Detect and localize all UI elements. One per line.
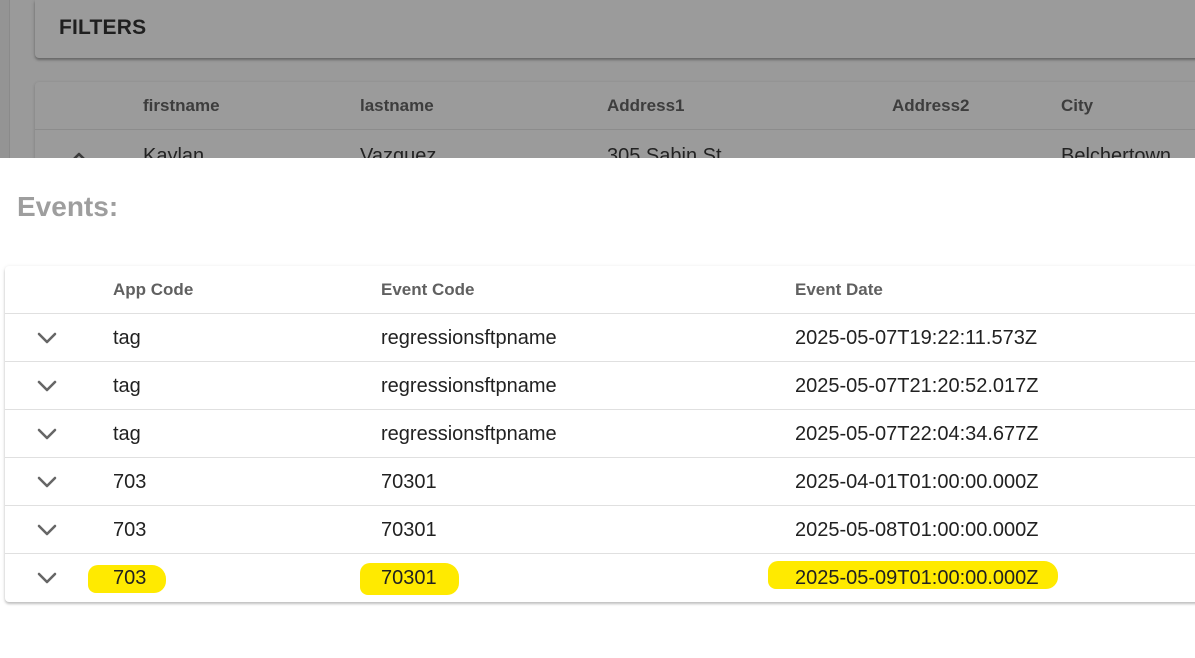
column-header-address1[interactable]: Address1 — [607, 96, 684, 116]
cell-event-code: regressionsftpname — [381, 327, 557, 349]
table-row[interactable]: 703 70301 2025-04-01T01:00:00.000Z — [5, 458, 1195, 506]
chevron-down-icon[interactable] — [37, 379, 57, 393]
cell-event-date: 2025-04-01T01:00:00.000Z — [795, 471, 1039, 493]
cell-app-code: tag — [113, 423, 141, 445]
chevron-down-icon[interactable] — [37, 475, 57, 489]
column-header-city[interactable]: City — [1061, 96, 1093, 116]
side-panel-edge — [0, 0, 10, 158]
cell-event-code: regressionsftpname — [381, 375, 557, 397]
column-header-address2[interactable]: Address2 — [892, 96, 969, 116]
cell-app-code: 703 — [113, 519, 147, 541]
cell-app-code: tag — [113, 327, 141, 349]
chevron-down-icon[interactable] — [37, 331, 57, 345]
cell-lastname: Vazquez — [360, 145, 437, 158]
cell-city: Belchertown — [1061, 145, 1172, 158]
cell-event-date: 2025-05-07T19:22:11.573Z — [795, 327, 1038, 349]
column-header-event-code[interactable]: Event Code — [381, 280, 475, 300]
cell-event-date: 2025-05-07T21:20:52.017Z — [795, 375, 1039, 397]
cell-app-code: tag — [113, 375, 141, 397]
table-row[interactable]: tag regressionsftpname 2025-05-07T21:20:52… — [5, 362, 1195, 410]
cell-firstname: Kaylan — [143, 145, 205, 158]
chevron-down-icon[interactable] — [37, 571, 57, 585]
chevron-down-icon[interactable] — [37, 427, 57, 441]
table-row[interactable]: 703 70301 2025-05-08T01:00:00.000Z — [5, 506, 1195, 554]
cell-event-code: 70301 — [381, 471, 437, 493]
cell-address1: 305 Sabin St — [607, 145, 722, 158]
chevron-down-icon[interactable] — [37, 523, 57, 537]
filters-panel[interactable]: FILTERS — [35, 0, 1195, 58]
column-header-event-date[interactable]: Event Date — [795, 280, 883, 300]
people-table-header: firstname lastname Address1 Address2 Cit… — [35, 82, 1195, 130]
events-title: Events: — [17, 191, 119, 222]
cell-app-code: 703 — [113, 567, 147, 589]
table-row[interactable]: Kaylan Vazquez 305 Sabin St Belchertown — [35, 131, 1195, 158]
events-table: App Code Event Code Event Date tag regres… — [5, 266, 1195, 602]
table-row[interactable]: tag regressionsftpname 2025-05-07T22:04:34… — [5, 410, 1195, 458]
column-header-lastname[interactable]: lastname — [360, 96, 434, 116]
cell-event-code: 70301 — [381, 567, 437, 589]
people-table: firstname lastname Address1 Address2 Cit… — [35, 82, 1195, 158]
cell-event-date: 2025-05-07T22:04:34.677Z — [795, 423, 1039, 445]
cell-app-code: 703 — [113, 471, 147, 493]
events-table-header: App Code Event Code Event Date — [5, 266, 1195, 314]
cell-event-code: 70301 — [381, 519, 437, 541]
filters-title: FILTERS — [59, 16, 147, 39]
background-overlay: FILTERS firstname lastname Address1 Addr… — [0, 0, 1195, 158]
column-header-app-code[interactable]: App Code — [113, 280, 193, 300]
cell-event-date: 2025-05-09T01:00:00.000Z — [795, 567, 1039, 589]
column-header-firstname[interactable]: firstname — [143, 96, 220, 116]
table-row[interactable]: tag regressionsftpname 2025-05-07T19:22:11… — [5, 314, 1195, 362]
cell-event-code: regressionsftpname — [381, 423, 557, 445]
table-row[interactable]: 703 70301 2025-05-09T01:00:00.000Z — [5, 554, 1195, 602]
cell-event-date: 2025-05-08T01:00:00.000Z — [795, 519, 1039, 541]
chevron-up-icon[interactable] — [69, 151, 89, 158]
